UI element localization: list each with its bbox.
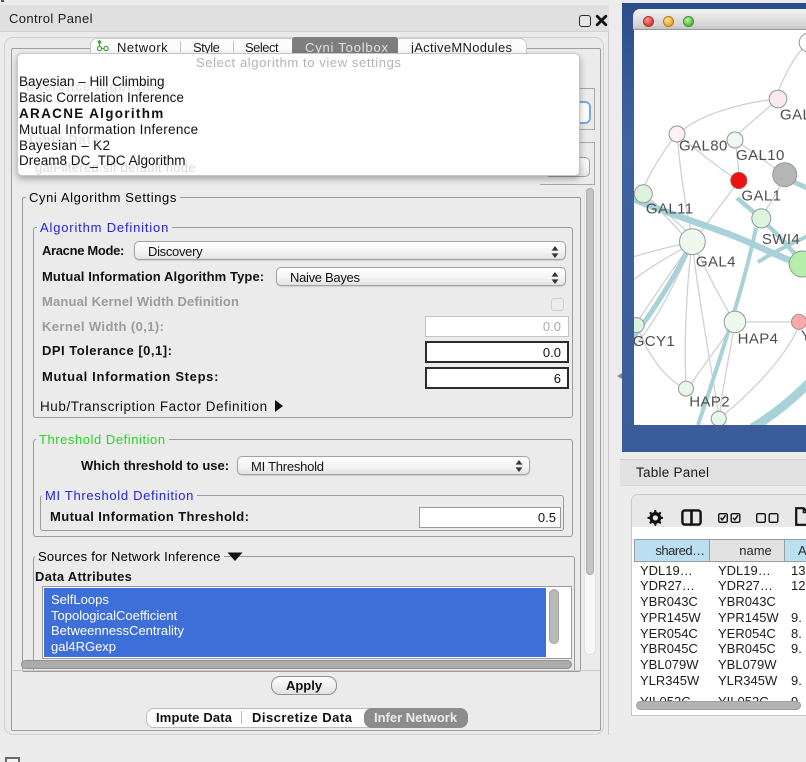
svg-text:SWI4: SWI4 [762,231,800,248]
svg-text:GAL4: GAL4 [696,254,736,271]
svg-text:GAL11: GAL11 [646,201,694,218]
svg-text:Y: Y [801,328,806,345]
svg-text:GAL10: GAL10 [736,147,785,164]
svg-text:GAL1: GAL1 [741,187,781,204]
svg-text:GAL2: GAL2 [780,107,806,124]
svg-text:HAP2: HAP2 [689,394,730,411]
svg-text:GAL80: GAL80 [679,138,728,155]
svg-text:HAP4: HAP4 [738,330,779,347]
svg-text:GCY1: GCY1 [634,333,675,350]
